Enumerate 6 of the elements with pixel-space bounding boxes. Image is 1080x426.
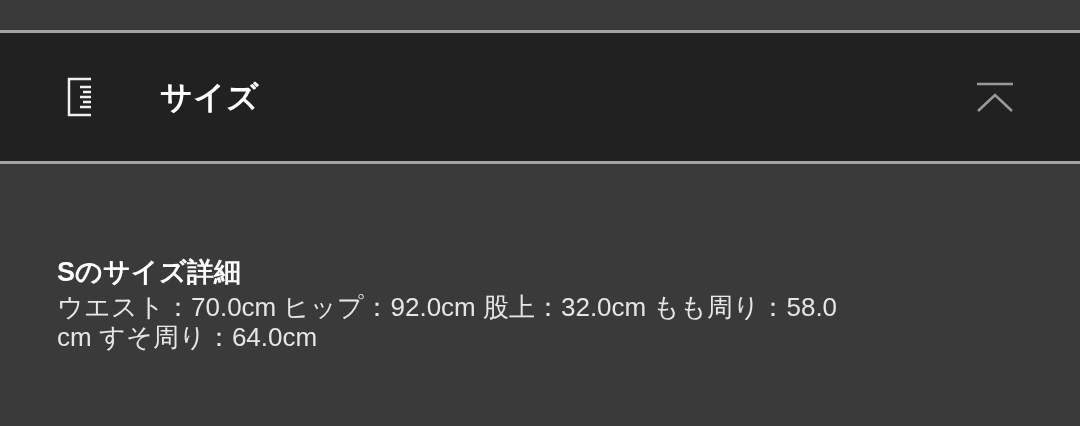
collapse-icon: [976, 82, 1014, 112]
size-details: ウエスト：70.0cm ヒップ：92.0cm 股上：32.0cm もも周り：58.0 cm すそ周り：64.0cm: [57, 292, 839, 352]
detail-heading: Sのサイズ詳細: [57, 256, 242, 289]
section-header[interactable]: サイズ: [0, 33, 1080, 161]
section-title: サイズ: [160, 78, 259, 117]
ruler-icon: [66, 77, 94, 117]
